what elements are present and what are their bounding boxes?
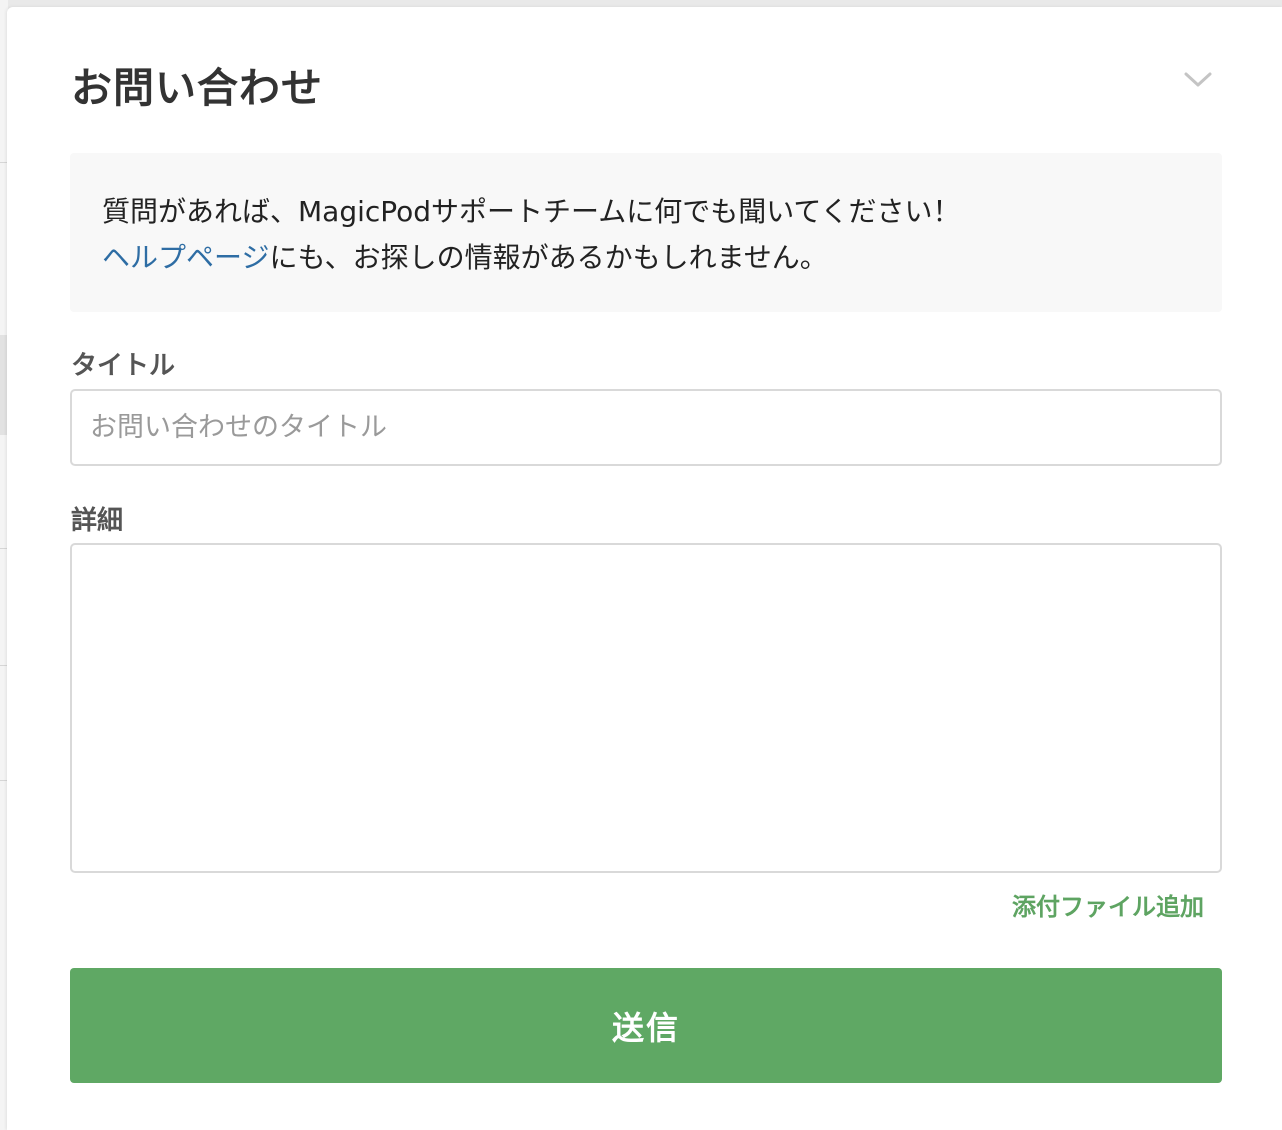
contact-dialog: お問い合わせ 質問があれば、MagicPodサポートチームに何でも聞いてください… bbox=[7, 7, 1282, 1130]
title-input[interactable] bbox=[70, 389, 1222, 466]
info-text-2: にも、お探しの情報があるかもしれません。 bbox=[269, 241, 828, 274]
info-line-1: 質問があれば、MagicPodサポートチームに何でも聞いてください！ bbox=[102, 189, 1190, 235]
help-page-link[interactable]: ヘルプページ bbox=[102, 241, 269, 274]
info-line-2: ヘルプページにも、お探しの情報があるかもしれません。 bbox=[102, 235, 1190, 281]
add-attachment-link[interactable]: 添付ファイル追加 bbox=[1012, 891, 1204, 923]
chevron-down-icon[interactable] bbox=[1183, 69, 1213, 91]
info-text-1: 質問があれば、MagicPodサポートチームに何でも聞いてください！ bbox=[102, 195, 961, 228]
detail-field-label: 詳細 bbox=[71, 506, 124, 536]
detail-textarea[interactable] bbox=[70, 543, 1222, 873]
chevron-down-icon-graphic bbox=[1184, 72, 1212, 87]
submit-button[interactable]: 送信 bbox=[70, 968, 1222, 1083]
title-field-label: タイトル bbox=[71, 351, 176, 381]
dialog-title: お問い合わせ bbox=[71, 64, 323, 112]
info-message-box: 質問があれば、MagicPodサポートチームに何でも聞いてください！ ヘルプペー… bbox=[70, 153, 1222, 312]
